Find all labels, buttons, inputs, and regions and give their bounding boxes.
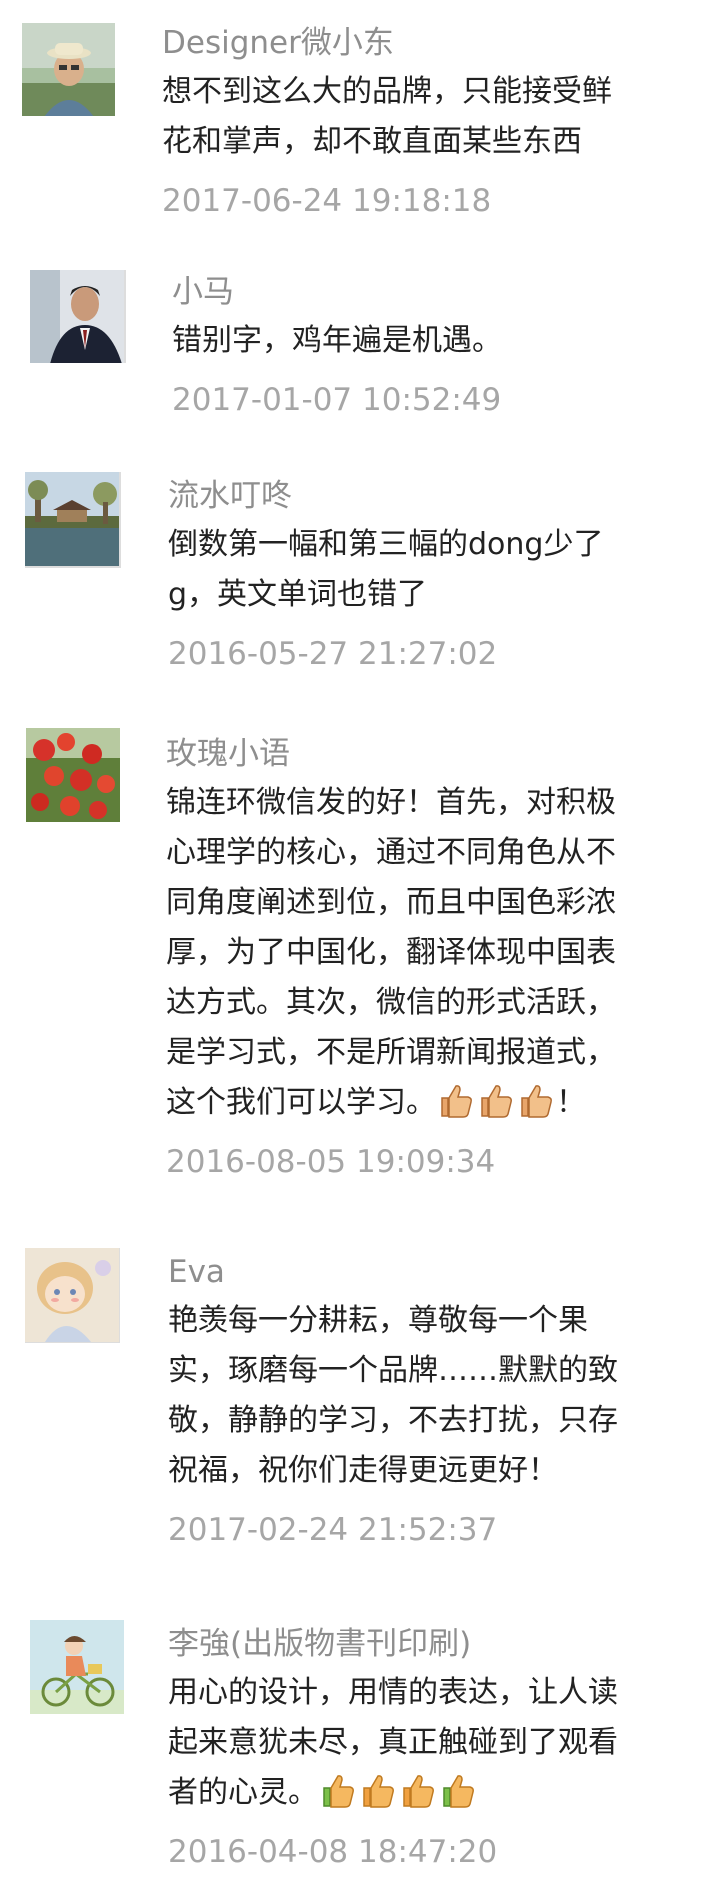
comment-body: Eva 艳羡每一分耕耘，尊敬每一个果 实，琢磨每一个品牌……默默的致 敬，静静的… [168, 1252, 700, 1550]
comment-line: g，英文单词也错了 [168, 577, 428, 612]
cartoon-girl-avatar[interactable] [25, 1248, 120, 1343]
man-in-suit-avatar[interactable] [30, 270, 126, 363]
comment-text: 倒数第一幅和第三幅的dong少了 g，英文单词也错了 [168, 520, 700, 620]
thumbs-up-icon [438, 1772, 476, 1810]
thumbs-up-icon [516, 1082, 554, 1120]
comment-text: 用心的设计，用情的表达，让人读 起来意犹未尽，真正触碰到了观看 者的心灵。 [168, 1668, 700, 1818]
comment-line-text: 者的心灵。 [168, 1775, 318, 1810]
comment-line: 是学习式，不是所谓新闻报道式， [166, 1035, 616, 1070]
comment-line: 同角度阐述到位，而且中国色彩浓 [166, 885, 616, 920]
comment-line: 锦连环微信发的好！首先，对积极 [166, 785, 616, 820]
comment-trailing-text: ！ [556, 1085, 586, 1120]
comment-author[interactable]: 李強(出版物書刊印刷) [168, 1624, 700, 1664]
comment-text: 艳羡每一分耕耘，尊敬每一个果 实，琢磨每一个品牌……默默的致 敬，静静的学习，不… [168, 1296, 700, 1496]
comment-text: 想不到这么大的品牌，只能接受鲜 花和掌声，却不敢直面某些东西 [162, 67, 700, 167]
red-fruit-tree-avatar[interactable] [26, 728, 120, 822]
comment-body: 小马 错别字，鸡年遍是机遇。 2017-01-07 10:52:49 [172, 272, 700, 420]
comment-timestamp: 2017-01-07 10:52:49 [172, 382, 502, 418]
comment-author[interactable]: Designer微小东 [162, 23, 700, 63]
comment-timestamp: 2016-05-27 21:27:02 [168, 636, 498, 672]
comment-body: 流水叮咚 倒数第一幅和第三幅的dong少了 g，英文单词也错了 2016-05-… [168, 476, 700, 674]
thumbs-up-icon [476, 1082, 514, 1120]
bicycle-girl-avatar[interactable] [30, 1620, 124, 1714]
comment-line: 敬，静静的学习，不去打扰，只存 [168, 1403, 618, 1438]
comment-author[interactable]: 玫瑰小语 [166, 734, 700, 774]
comment-line: 想不到这么大的品牌，只能接受鲜 [162, 74, 612, 109]
comment-body: 玫瑰小语 锦连环微信发的好！首先，对积极 心理学的核心，通过不同角色从不 同角度… [166, 734, 700, 1182]
comment-author[interactable]: 小马 [172, 272, 700, 312]
comment-text: 错别字，鸡年遍是机遇。 [172, 316, 700, 366]
pavilion-lake-avatar[interactable] [25, 472, 121, 568]
comment-line: 起来意犹未尽，真正触碰到了观看 [168, 1725, 618, 1760]
comment-line: 祝福，祝你们走得更远更好！ [168, 1453, 558, 1488]
thumbs-up-icon [398, 1772, 436, 1810]
comment-line: 实，琢磨每一个品牌……默默的致 [168, 1353, 618, 1388]
person-in-hat-avatar[interactable] [22, 23, 115, 116]
comment-timestamp: 2017-06-24 19:18:18 [162, 183, 492, 219]
comment-line: 达方式。其次，微信的形式活跃， [166, 985, 616, 1020]
comment-line: 厚，为了中国化，翻译体现中国表 [166, 935, 616, 970]
comment-body: 李強(出版物書刊印刷) 用心的设计，用情的表达，让人读 起来意犹未尽，真正触碰到… [168, 1624, 700, 1872]
thumbs-up-icon [436, 1082, 474, 1120]
comment-author[interactable]: Eva [168, 1252, 700, 1292]
comment-line: 艳羡每一分耕耘，尊敬每一个果 [168, 1303, 588, 1338]
comment-author[interactable]: 流水叮咚 [168, 476, 700, 516]
comment-timestamp: 2017-02-24 21:52:37 [168, 1512, 498, 1548]
comment-line: 用心的设计，用情的表达，让人读 [168, 1675, 618, 1710]
comment-line: 者的心灵。 [168, 1768, 700, 1818]
comment-timestamp: 2016-04-08 18:47:20 [168, 1834, 498, 1870]
comment-line: 这个我们可以学习。 ！ [166, 1078, 700, 1128]
comment-line: 倒数第一幅和第三幅的dong少了 [168, 527, 604, 562]
comment-line: 花和掌声，却不敢直面某些东西 [162, 124, 582, 159]
comment-text: 锦连环微信发的好！首先，对积极 心理学的核心，通过不同角色从不 同角度阐述到位，… [166, 778, 700, 1128]
comment-body: Designer微小东 想不到这么大的品牌，只能接受鲜 花和掌声，却不敢直面某些… [162, 23, 700, 221]
comment-line: 心理学的核心，通过不同角色从不 [166, 835, 616, 870]
comment-line-text: 这个我们可以学习。 [166, 1085, 436, 1120]
comment-timestamp: 2016-08-05 19:09:34 [166, 1144, 496, 1180]
thumbs-up-icon [318, 1772, 356, 1810]
thumbs-up-icon [358, 1772, 396, 1810]
comment-line: 错别字，鸡年遍是机遇。 [172, 323, 502, 358]
